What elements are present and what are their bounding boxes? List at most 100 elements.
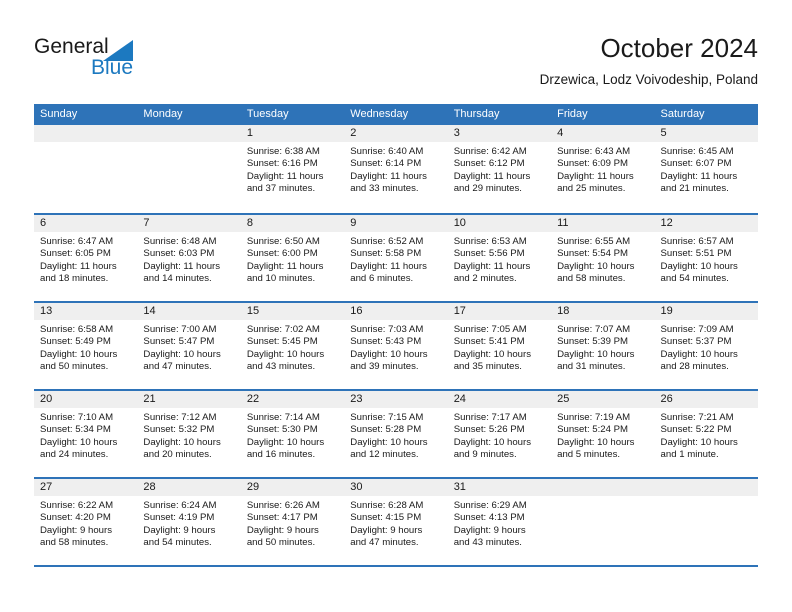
daylight-text-line2: and 1 minute. (660, 449, 719, 461)
calendar-day-cell[interactable]: 21 Sunrise: 7:12 AM Sunset: 5:32 PM Dayligh… (137, 391, 241, 477)
calendar-day-cell[interactable]: 16 Sunrise: 7:03 AM Sunset: 5:43 PM Dayligh… (344, 303, 448, 389)
sunset-text: Sunset: 5:28 PM (350, 424, 422, 436)
daylight-text-line1: Daylight: 10 hours (557, 260, 635, 272)
sunrise-text: Sunrise: 6:26 AM (246, 500, 320, 511)
calendar-day-cell[interactable]: 6 Sunrise: 6:47 AM Sunset: 6:05 PM Daylight… (34, 215, 138, 301)
calendar-day-cell[interactable]: 20 Sunrise: 7:10 AM Sunset: 5:34 PM Dayligh… (34, 391, 138, 477)
calendar-week-row: 20 Sunrise: 7:10 AM Sunset: 5:34 PM Dayligh… (34, 389, 758, 477)
daylight-text-line2: and 24 minutes. (40, 449, 109, 461)
weekday-wednesday: Wednesday (350, 108, 409, 120)
weekday-header-row: Sunday Monday Tuesday Wednesday Thursday… (34, 104, 758, 125)
daylight-text-line1: Daylight: 10 hours (246, 436, 325, 448)
calendar-day-cell[interactable]: 4 Sunrise: 6:43 AM Sunset: 6:09 PM Daylight… (551, 125, 655, 213)
day-number: 26 (654, 391, 758, 408)
day-sun-info: Sunrise: 7:07 AM Sunset: 5:39 PM Daylight:… (551, 320, 654, 374)
day-sun-info: Sunrise: 7:15 AM Sunset: 5:28 PM Daylight:… (344, 408, 447, 462)
calendar-day-cell[interactable]: 15 Sunrise: 7:02 AM Sunset: 5:45 PM Dayligh… (240, 303, 345, 389)
calendar-day-cell[interactable]: 1 Sunrise: 6:38 AM Sunset: 6:16 PM Daylight… (240, 125, 345, 213)
general-blue-logo[interactable]: General Blue (34, 36, 164, 86)
day-number: 18 (551, 303, 655, 320)
daylight-text-line2: and 50 minutes. (246, 537, 316, 549)
day-number: 25 (551, 391, 655, 408)
daylight-text-line2: and 10 minutes. (246, 273, 316, 285)
daylight-text-line1: Daylight: 10 hours (453, 436, 532, 448)
daylight-text-line1: Daylight: 11 hours (246, 260, 324, 272)
calendar-day-cell[interactable]: 26 Sunrise: 7:21 AM Sunset: 5:22 PM Dayligh… (654, 391, 758, 477)
sunset-text: Sunset: 5:22 PM (660, 424, 732, 436)
calendar-day-cell[interactable]: 18 Sunrise: 7:07 AM Sunset: 5:39 PM Dayligh… (551, 303, 655, 389)
daylight-text-line1: Daylight: 11 hours (453, 260, 531, 272)
calendar-day-cell-empty (654, 479, 758, 565)
calendar-day-cell[interactable]: 13 Sunrise: 6:58 AM Sunset: 5:49 PM Dayligh… (34, 303, 138, 389)
sunset-text: Sunset: 5:54 PM (557, 248, 629, 260)
day-sun-info: Sunrise: 6:48 AM Sunset: 6:03 PM Daylight:… (137, 232, 240, 286)
calendar-day-cell[interactable]: 10 Sunrise: 6:53 AM Sunset: 5:56 PM Dayligh… (447, 215, 552, 301)
calendar-day-cell[interactable]: 23 Sunrise: 7:15 AM Sunset: 5:28 PM Dayligh… (344, 391, 448, 477)
sunset-text: Sunset: 5:26 PM (453, 424, 525, 436)
day-number: 8 (240, 215, 345, 232)
day-sun-info: Sunrise: 6:58 AM Sunset: 5:49 PM Daylight:… (34, 320, 137, 374)
calendar-day-cell[interactable]: 29 Sunrise: 6:26 AM Sunset: 4:17 PM Dayligh… (240, 479, 345, 565)
calendar-day-cell[interactable]: 5 Sunrise: 6:45 AM Sunset: 6:07 PM Daylight… (654, 125, 758, 213)
page-subtitle: Drzewica, Lodz Voivodeship, Poland (539, 72, 758, 87)
day-number: 4 (551, 125, 655, 142)
calendar-day-cell[interactable]: 11 Sunrise: 6:55 AM Sunset: 5:54 PM Dayligh… (551, 215, 655, 301)
weekday-tuesday: Tuesday (246, 108, 289, 120)
sunrise-text: Sunrise: 7:10 AM (40, 412, 114, 423)
day-number: 17 (447, 303, 552, 320)
sunset-text: Sunset: 6:03 PM (143, 248, 215, 260)
calendar-day-cell[interactable]: 22 Sunrise: 7:14 AM Sunset: 5:30 PM Dayligh… (240, 391, 345, 477)
day-number: 13 (34, 303, 138, 320)
weekday-saturday: Saturday (660, 108, 705, 120)
title-block: October 2024 Drzewica, Lodz Voivodeship,… (540, 32, 758, 90)
calendar-day-cell[interactable]: 27 Sunrise: 6:22 AM Sunset: 4:20 PM Dayligh… (34, 479, 138, 565)
day-sun-info: Sunrise: 7:09 AM Sunset: 5:37 PM Daylight:… (655, 320, 758, 374)
day-sun-info: Sunrise: 6:50 AM Sunset: 6:00 PM Daylight:… (241, 232, 344, 286)
daylight-text-line1: Daylight: 10 hours (350, 436, 428, 448)
sunset-text: Sunset: 5:45 PM (246, 336, 318, 348)
day-number: 16 (344, 303, 448, 320)
calendar-day-cell[interactable]: 3 Sunrise: 6:42 AM Sunset: 6:12 PM Daylight… (447, 125, 552, 213)
calendar-day-cell[interactable]: 7 Sunrise: 6:48 AM Sunset: 6:03 PM Daylight… (137, 215, 241, 301)
weekday-sunday: Sunday (40, 108, 78, 120)
calendar-day-cell[interactable]: 24 Sunrise: 7:17 AM Sunset: 5:26 PM Dayligh… (447, 391, 552, 477)
sunrise-text: Sunrise: 7:07 AM (557, 324, 631, 335)
day-sun-info: Sunrise: 6:52 AM Sunset: 5:58 PM Daylight:… (344, 232, 447, 286)
daylight-text-line2: and 58 minutes. (40, 537, 109, 549)
calendar-day-cell[interactable]: 12 Sunrise: 6:57 AM Sunset: 5:51 PM Dayligh… (654, 215, 758, 301)
calendar-day-cell[interactable]: 19 Sunrise: 7:09 AM Sunset: 5:37 PM Dayligh… (654, 303, 758, 389)
calendar-day-cell[interactable]: 2 Sunrise: 6:40 AM Sunset: 6:14 PM Daylight… (344, 125, 448, 213)
calendar-day-cell[interactable]: 31 Sunrise: 6:29 AM Sunset: 4:13 PM Dayligh… (447, 479, 552, 565)
day-sun-info: Sunrise: 6:43 AM Sunset: 6:09 PM Daylight:… (551, 142, 654, 196)
calendar-day-cell[interactable]: 28 Sunrise: 6:24 AM Sunset: 4:19 PM Dayligh… (137, 479, 241, 565)
sunrise-text: Sunrise: 6:55 AM (557, 236, 631, 247)
sunrise-text: Sunrise: 6:53 AM (453, 236, 527, 247)
sunset-text: Sunset: 5:43 PM (350, 336, 422, 348)
day-number: 28 (137, 479, 241, 496)
calendar-day-cell[interactable]: 25 Sunrise: 7:19 AM Sunset: 5:24 PM Dayligh… (551, 391, 655, 477)
calendar-day-cell[interactable]: 17 Sunrise: 7:05 AM Sunset: 5:41 PM Dayligh… (447, 303, 552, 389)
day-sun-info: Sunrise: 6:28 AM Sunset: 4:15 PM Daylight:… (344, 496, 447, 550)
sunset-text: Sunset: 6:14 PM (350, 158, 422, 170)
calendar-day-cell[interactable]: 30 Sunrise: 6:28 AM Sunset: 4:15 PM Dayligh… (344, 479, 448, 565)
day-number: 31 (447, 479, 552, 496)
sunset-text: Sunset: 6:00 PM (246, 248, 318, 260)
sunrise-text: Sunrise: 6:57 AM (660, 236, 734, 247)
daylight-text-line2: and 35 minutes. (453, 361, 522, 373)
daylight-text-line2: and 39 minutes. (350, 361, 419, 373)
sunrise-text: Sunrise: 6:45 AM (660, 146, 734, 157)
day-sun-info: Sunrise: 7:17 AM Sunset: 5:26 PM Daylight:… (448, 408, 551, 462)
calendar-day-cell[interactable]: 14 Sunrise: 7:00 AM Sunset: 5:47 PM Dayligh… (137, 303, 241, 389)
calendar-day-cell[interactable]: 8 Sunrise: 6:50 AM Sunset: 6:00 PM Daylight… (240, 215, 345, 301)
sunrise-text: Sunrise: 6:22 AM (40, 500, 114, 511)
calendar-day-cell[interactable]: 9 Sunrise: 6:52 AM Sunset: 5:58 PM Daylight… (344, 215, 448, 301)
sunset-text: Sunset: 4:15 PM (350, 512, 422, 524)
sunset-text: Sunset: 5:39 PM (557, 336, 629, 348)
page-title: October 2024 (600, 33, 758, 63)
sunset-text: Sunset: 6:12 PM (453, 158, 525, 170)
day-number: 3 (447, 125, 552, 142)
sunrise-text: Sunrise: 6:43 AM (557, 146, 631, 157)
sunset-text: Sunset: 5:49 PM (40, 336, 111, 348)
daylight-text-line1: Daylight: 10 hours (557, 348, 635, 360)
day-number: 22 (240, 391, 345, 408)
